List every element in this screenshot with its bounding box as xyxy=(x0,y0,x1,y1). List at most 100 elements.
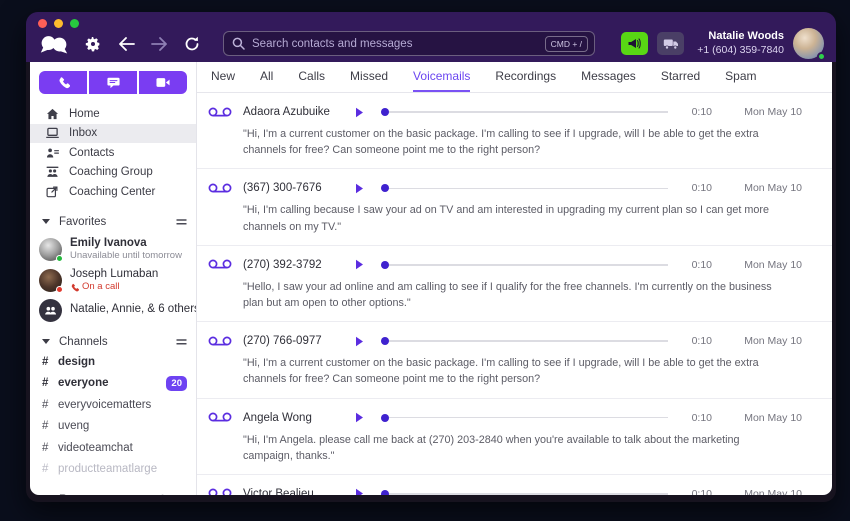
playback-progress-bar[interactable] xyxy=(381,188,668,190)
voicemail-row[interactable]: Victor Bealieu 0:10 Mon May 10 "Hey Nata… xyxy=(197,475,832,495)
favorite-contact-joseph[interactable]: Joseph Lumaban On a call xyxy=(39,268,187,293)
tab-missed[interactable]: Missed xyxy=(350,62,388,92)
caller-name: (367) 300-7676 xyxy=(243,182,355,194)
sidebar-item-inbox[interactable]: Inbox xyxy=(30,124,196,144)
sidebar-item-coaching-group[interactable]: Coaching Group xyxy=(39,163,187,183)
back-arrow-icon[interactable] xyxy=(116,34,136,54)
group-name: Natalie, Annie, & 6 others xyxy=(70,303,187,317)
sidebar-item-home[interactable]: Home xyxy=(39,104,187,124)
recent-section-header[interactable]: Recent xyxy=(39,491,187,495)
busy-status-dot xyxy=(56,286,63,293)
sidebar: Home Inbox Contacts Coaching Group Coach… xyxy=(30,62,197,495)
voicemail-row[interactable]: Adaora Azubuike 0:10 Mon May 10 "Hi, I'm… xyxy=(197,93,832,169)
sidebar-item-contacts[interactable]: Contacts xyxy=(39,143,187,163)
play-button[interactable] xyxy=(355,336,365,347)
reorder-icon[interactable] xyxy=(176,338,187,346)
forward-arrow-icon[interactable] xyxy=(149,34,169,54)
channel-design[interactable]: # design xyxy=(39,351,187,373)
tab-new[interactable]: New xyxy=(211,62,235,92)
channel-name: videoteamchat xyxy=(58,442,133,454)
refresh-icon[interactable] xyxy=(182,34,202,54)
search-shortcut-badge: CMD + / xyxy=(545,36,588,52)
channel-productteamatlarge[interactable]: # productteamatlarge xyxy=(39,458,187,480)
tab-starred[interactable]: Starred xyxy=(661,62,700,92)
toolbar: CMD + / Natalie Woods +1 (604) 359-7840 xyxy=(26,28,836,65)
channel-everyvoicematters[interactable]: # everyvoicematters xyxy=(39,394,187,416)
zoom-window-button[interactable] xyxy=(70,19,79,28)
date: Mon May 10 xyxy=(726,182,802,194)
app-window: CMD + / Natalie Woods +1 (604) 359-7840 xyxy=(26,12,836,502)
sidebar-item-label: Coaching Group xyxy=(69,166,153,178)
voicemail-row[interactable]: Angela Wong 0:10 Mon May 10 "Hi, I'm Ang… xyxy=(197,399,832,475)
channel-uveng[interactable]: # uveng xyxy=(39,415,187,437)
channel-videoteamchat[interactable]: # videoteamchat xyxy=(39,437,187,459)
voicemail-row[interactable]: (270) 766-0977 0:10 Mon May 10 "Hi, I'm … xyxy=(197,322,832,398)
sidebar-item-coaching-center[interactable]: Coaching Center xyxy=(39,182,187,202)
sidebar-item-label: Inbox xyxy=(69,127,97,139)
date: Mon May 10 xyxy=(726,412,802,424)
playback-progress-bar[interactable] xyxy=(381,111,668,113)
duration: 0:10 xyxy=(682,488,712,495)
favorite-group-chat[interactable]: Natalie, Annie, & 6 others xyxy=(39,299,187,322)
tab-calls[interactable]: Calls xyxy=(298,62,325,92)
caller-name: Victor Bealieu xyxy=(243,488,355,495)
reorder-icon[interactable] xyxy=(176,218,187,226)
favorites-section-header[interactable]: Favorites xyxy=(39,213,187,231)
playback-progress-bar[interactable] xyxy=(381,417,668,419)
current-user-name: Natalie Woods xyxy=(697,30,784,44)
search-input[interactable] xyxy=(252,38,538,50)
call-button[interactable] xyxy=(39,71,87,94)
phone-icon xyxy=(70,283,79,292)
voicemail-row[interactable]: (367) 300-7676 0:10 Mon May 10 "Hi, I'm … xyxy=(197,169,832,245)
date: Mon May 10 xyxy=(726,335,802,347)
transcript: "Hi, I'm Angela. please call me back at … xyxy=(243,432,786,464)
caller-name: Adaora Azubuike xyxy=(243,106,355,118)
playback-progress-bar[interactable] xyxy=(381,264,668,266)
announcement-megaphone-button[interactable] xyxy=(621,32,648,55)
contact-name: Joseph Lumaban xyxy=(70,268,158,282)
search-bar[interactable]: CMD + / xyxy=(223,31,595,56)
tab-messages[interactable]: Messages xyxy=(581,62,636,92)
current-user-info[interactable]: Natalie Woods +1 (604) 359-7840 xyxy=(697,30,784,57)
topbar-right-cluster: Natalie Woods +1 (604) 359-7840 xyxy=(621,28,824,59)
play-button[interactable] xyxy=(355,259,365,270)
caller-name: (270) 392-3792 xyxy=(243,259,355,271)
delivery-van-button[interactable] xyxy=(657,32,684,55)
chevron-down-icon xyxy=(42,339,50,344)
video-call-button[interactable] xyxy=(139,71,187,94)
sidebar-item-label: Coaching Center xyxy=(69,186,155,198)
settings-gear-icon[interactable] xyxy=(83,34,103,54)
play-button[interactable] xyxy=(355,107,365,118)
play-button[interactable] xyxy=(355,183,365,194)
tab-voicemails[interactable]: Voicemails xyxy=(413,62,470,92)
sidebar-item-label: Contacts xyxy=(69,147,114,159)
voicemail-icon xyxy=(208,258,232,271)
search-recent-icon[interactable] xyxy=(158,494,169,495)
sidebar-item-label: Home xyxy=(69,108,100,120)
transcript: "Hello, I saw your ad online and am call… xyxy=(243,279,786,311)
voicemail-row[interactable]: (270) 392-3792 0:10 Mon May 10 "Hello, I… xyxy=(197,246,832,322)
tab-all[interactable]: All xyxy=(260,62,273,92)
channels-section-header[interactable]: Channels xyxy=(39,333,187,351)
channel-name: productteamatlarge xyxy=(58,463,157,475)
message-button[interactable] xyxy=(89,71,137,94)
tab-recordings[interactable]: Recordings xyxy=(495,62,556,92)
channel-everyone[interactable]: # everyone 20 xyxy=(39,372,187,394)
play-button[interactable] xyxy=(355,412,365,423)
tab-spam[interactable]: Spam xyxy=(725,62,756,92)
favorite-contact-emily[interactable]: Emily Ivanova Unavailable until tomorrow xyxy=(39,237,187,262)
minimize-window-button[interactable] xyxy=(54,19,63,28)
play-button[interactable] xyxy=(355,488,365,495)
hash-icon: # xyxy=(42,377,58,389)
current-user-avatar[interactable] xyxy=(793,28,824,59)
voicemail-icon xyxy=(208,182,232,195)
hash-icon: # xyxy=(42,442,58,454)
transcript: "Hi, I'm a current customer on the basic… xyxy=(243,355,786,387)
sidebar-nav: Home Inbox Contacts Coaching Group Coach… xyxy=(39,104,187,202)
playback-progress-bar[interactable] xyxy=(381,340,668,342)
transcript: "Hi, I'm calling because I saw your ad o… xyxy=(243,202,786,234)
playback-progress-bar[interactable] xyxy=(381,493,668,495)
close-window-button[interactable] xyxy=(38,19,47,28)
home-icon xyxy=(45,108,59,120)
dialpad-logo-icon xyxy=(38,34,70,54)
